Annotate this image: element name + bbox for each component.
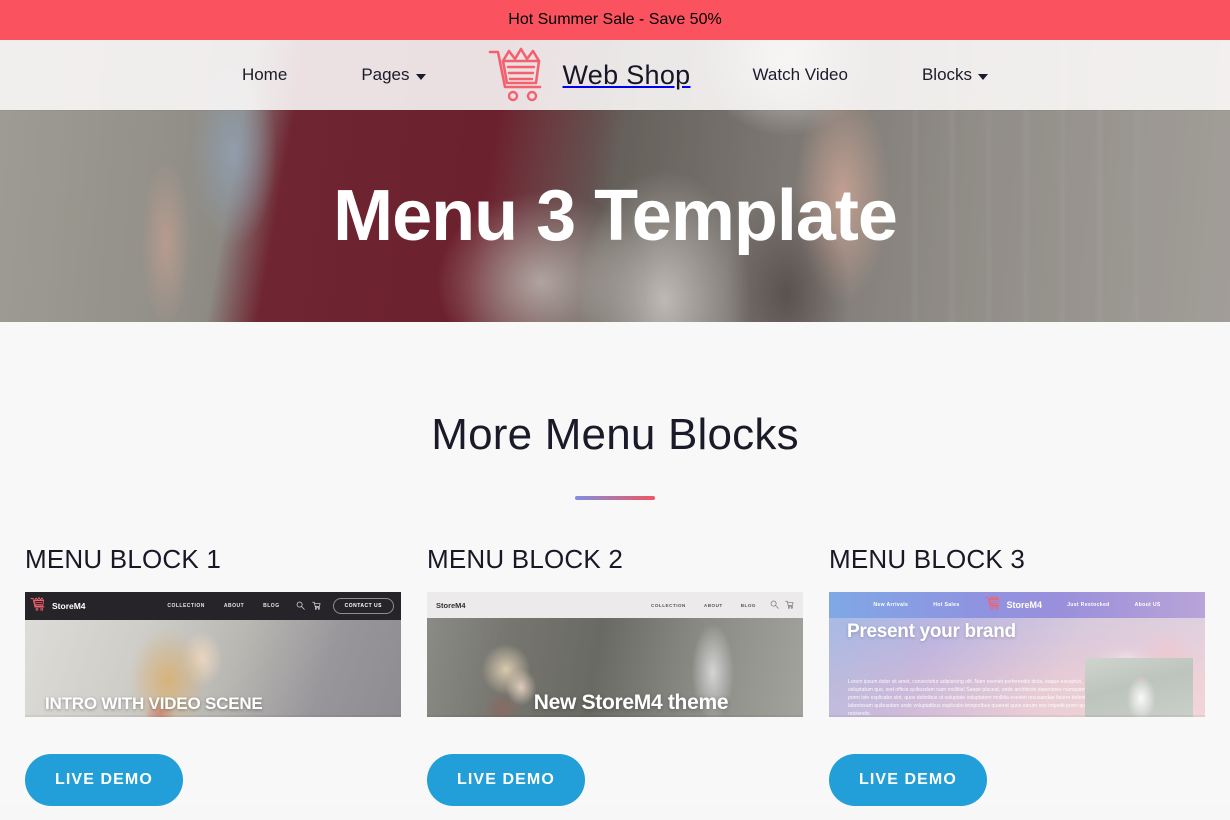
preview-3-inset-image	[1085, 658, 1193, 717]
preview-2-nav-blog[interactable]: BLOG	[741, 603, 756, 608]
main-navbar: Home Pages Web Shop Watch Video Blocks	[0, 40, 1230, 110]
preview-3-bottom-edge	[829, 715, 1205, 717]
nav-item-home-label: Home	[241, 65, 288, 84]
block-card-3-preview[interactable]: Present your brand Lorem ipsum dolor sit…	[829, 592, 1205, 717]
block-card-2: MENU BLOCK 2 New StoreM4 theme StoreM4 C…	[414, 544, 816, 806]
preview-3-nav-new-arrivals[interactable]: New Arrivals	[873, 602, 908, 608]
navbar-left-group: Home Pages	[242, 65, 426, 85]
chevron-down-icon	[978, 73, 989, 80]
preview-2-navbar: StoreM4 COLLECTION ABOUT BLOG	[427, 592, 803, 618]
more-menu-blocks-section: More Menu Blocks MENU BLOCK 1 INTRO WITH…	[0, 322, 1230, 806]
preview-2-bottom-edge	[427, 715, 803, 717]
preview-3-body-text: Lorem ipsum dolor sit amet, consectetur …	[848, 679, 1098, 717]
block-card-3-title: MENU BLOCK 3	[829, 544, 1026, 574]
live-demo-button-1[interactable]: LIVE DEMO	[25, 754, 183, 806]
preview-3-hero-text: Present your brand	[847, 621, 1016, 642]
preview-2-icon-group	[770, 596, 794, 614]
preview-2-hero-text: New StoreM4 theme	[533, 691, 729, 715]
block-card-3: MENU BLOCK 3 Present your brand Lorem ip…	[816, 544, 1218, 806]
preview-1-brand: StoreM4	[30, 596, 86, 616]
block-card-2-preview[interactable]: New StoreM4 theme StoreM4 COLLECTION ABO…	[427, 592, 803, 717]
block-card-1-preview[interactable]: INTRO WITH VIDEO SCENE StoreM4 COLLECTIO…	[25, 592, 401, 717]
preview-1-bottom-edge	[25, 715, 401, 717]
preview-2-nav-collection[interactable]: COLLECTION	[651, 603, 686, 608]
promo-banner: Hot Summer Sale - Save 50%	[0, 0, 1230, 40]
search-icon[interactable]	[770, 596, 779, 614]
promo-banner-text: Hot Summer Sale - Save 50%	[508, 11, 722, 28]
chevron-down-icon	[415, 73, 426, 80]
section-title: More Menu Blocks	[431, 410, 799, 459]
preview-2-nav-links: COLLECTION ABOUT BLOG	[651, 603, 756, 608]
blocks-card-grid: MENU BLOCK 1 INTRO WITH VIDEO SCENE Stor…	[0, 500, 1230, 806]
brand-logo[interactable]: Web Shop	[486, 43, 691, 108]
cart-icon	[30, 596, 47, 616]
block-card-2-title: MENU BLOCK 2	[427, 544, 624, 574]
preview-3-brand-name: StoreM4	[1006, 600, 1043, 610]
preview-1-navbar: StoreM4 COLLECTION ABOUT BLOG CONTACT US	[25, 592, 401, 620]
preview-1-nav-links: COLLECTION ABOUT BLOG	[167, 603, 279, 609]
preview-3-navbar: New Arrivals Hot Sales StoreM4 Just Rest…	[829, 592, 1205, 618]
preview-1-nav-collection[interactable]: COLLECTION	[167, 603, 205, 609]
preview-1-icon-group	[296, 597, 321, 615]
live-demo-button-2[interactable]: LIVE DEMO	[427, 754, 585, 806]
nav-item-home[interactable]: Home	[242, 65, 287, 85]
brand-name: Web Shop	[562, 59, 691, 90]
preview-1-hero-image: INTRO WITH VIDEO SCENE	[25, 620, 401, 717]
preview-2-nav-about[interactable]: ABOUT	[704, 603, 723, 608]
preview-2-hero-image: New StoreM4 theme	[427, 618, 803, 717]
preview-1-nav-blog[interactable]: BLOG	[263, 603, 279, 609]
nav-item-blocks[interactable]: Blocks	[921, 65, 989, 85]
cart-icon	[985, 595, 1002, 615]
hero-title: Menu 3 Template	[333, 176, 898, 256]
cart-icon[interactable]	[785, 596, 794, 614]
preview-3-brand[interactable]: StoreM4	[985, 595, 1043, 615]
preview-3-nav-about-us[interactable]: About US	[1135, 602, 1161, 608]
nav-item-blocks-label: Blocks	[921, 65, 973, 84]
shopping-cart-icon	[486, 43, 550, 108]
nav-item-watch-video-label: Watch Video	[752, 65, 848, 84]
preview-1-hero-text: INTRO WITH VIDEO SCENE	[45, 694, 263, 714]
preview-1-contact-button[interactable]: CONTACT US	[332, 598, 394, 614]
nav-item-watch-video[interactable]: Watch Video	[753, 65, 848, 85]
cart-icon[interactable]	[311, 597, 321, 615]
preview-3-nav-hot-sales[interactable]: Hot Sales	[933, 602, 959, 608]
hero-section: Home Pages Web Shop Watch Video Blocks M…	[0, 40, 1230, 322]
nav-item-pages[interactable]: Pages	[361, 65, 426, 85]
preview-3-nav-just-restocked[interactable]: Just Restocked	[1067, 602, 1110, 608]
navbar-right-group: Watch Video Blocks	[753, 65, 989, 85]
search-icon[interactable]	[296, 597, 305, 615]
block-card-1-title: MENU BLOCK 1	[25, 544, 222, 574]
preview-2-brand-name: StoreM4	[436, 600, 466, 610]
preview-1-brand-name: StoreM4	[52, 601, 86, 611]
nav-item-pages-label: Pages	[361, 65, 410, 84]
live-demo-button-3[interactable]: LIVE DEMO	[829, 754, 987, 806]
block-card-1: MENU BLOCK 1 INTRO WITH VIDEO SCENE Stor…	[12, 544, 414, 806]
hero-title-container: Menu 3 Template	[0, 110, 1230, 322]
preview-1-nav-about[interactable]: ABOUT	[224, 603, 244, 609]
